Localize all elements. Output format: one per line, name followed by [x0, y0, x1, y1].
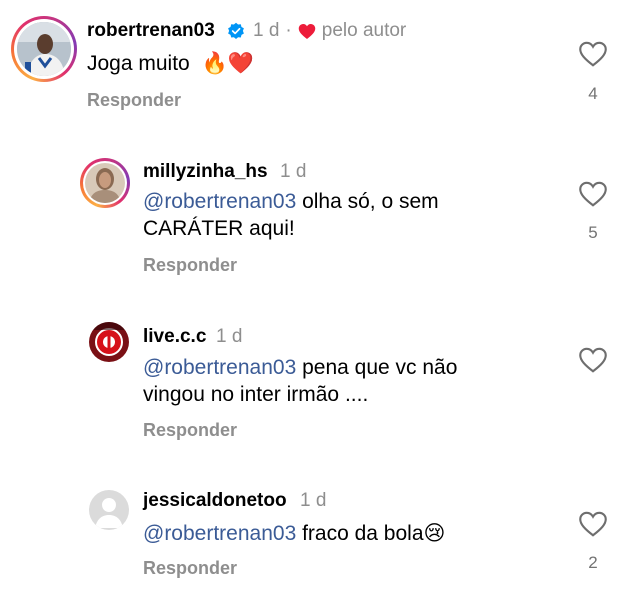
comment-username[interactable]: jessicaldonetoo	[143, 490, 287, 512]
avatar-story-ring[interactable]	[11, 16, 77, 82]
comment-time: 1 d	[300, 490, 327, 511]
avatar	[17, 22, 71, 76]
avatar-story-ring[interactable]	[80, 158, 130, 208]
comment-jessicaldonetoo: jessicaldonetoo 1 d @robertrenan03 fraco…	[0, 482, 638, 600]
like-heart-icon[interactable]	[578, 40, 608, 68]
comment-username[interactable]: robertrenan03	[87, 20, 215, 42]
person-photo-icon	[85, 163, 125, 203]
reply-button[interactable]: Responder	[143, 558, 237, 579]
like-count: 5	[588, 223, 598, 242]
like-heart-icon[interactable]	[578, 346, 608, 374]
meta-separator: ·	[285, 20, 292, 41]
reply-button[interactable]: Responder	[87, 90, 181, 111]
like-count: 4	[588, 84, 598, 103]
mention-link[interactable]: @robertrenan03	[143, 522, 296, 545]
liked-by-author-heart-icon	[298, 23, 315, 39]
comment-live.c.c: live.c.c 1 d @robertrenan03 pena que vc …	[0, 316, 638, 456]
mention-link[interactable]: @robertrenan03	[143, 190, 296, 213]
comment-username[interactable]: millyzinha_hs	[143, 161, 268, 183]
comment-text: @robertrenan03 olha só, o sem CARÁTER aq…	[143, 190, 439, 240]
emoji: 🔥❤️	[201, 52, 254, 75]
avatar[interactable]	[89, 322, 129, 362]
avatar	[85, 163, 125, 203]
emoji: 😢	[423, 522, 446, 545]
comment-text: @robertrenan03 fraco da bola😢	[143, 522, 446, 545]
comment-meta: 1 d · pelo autor	[227, 20, 406, 42]
like-heart-icon[interactable]	[578, 510, 608, 538]
comment-time: 1 d	[216, 326, 243, 347]
comment-text: @robertrenan03 pena que vc não vingou no…	[143, 356, 458, 406]
comment-time: 1 d	[280, 161, 307, 182]
reply-button[interactable]: Responder	[143, 420, 237, 441]
like-count: 2	[588, 553, 598, 572]
player-photo-icon	[17, 22, 71, 76]
default-avatar-icon	[89, 490, 129, 530]
comment-millyzinha_hs: millyzinha_hs 1 d @robertrenan03 olha só…	[0, 150, 638, 290]
comment-username[interactable]: live.c.c	[143, 326, 206, 348]
mention-link[interactable]: @robertrenan03	[143, 356, 296, 379]
comment-robertrenan03: robertrenan03 1 d · pelo autor Joga muit…	[0, 0, 638, 130]
author-badge: pelo autor	[321, 20, 407, 41]
like-heart-icon[interactable]	[578, 180, 608, 208]
reply-button[interactable]: Responder	[143, 255, 237, 276]
verified-badge-icon	[228, 22, 244, 40]
comment-text: Joga muito 🔥❤️	[87, 52, 254, 75]
comment-time: 1 d	[253, 20, 280, 41]
avatar[interactable]	[89, 490, 129, 530]
club-logo-icon	[89, 322, 129, 362]
